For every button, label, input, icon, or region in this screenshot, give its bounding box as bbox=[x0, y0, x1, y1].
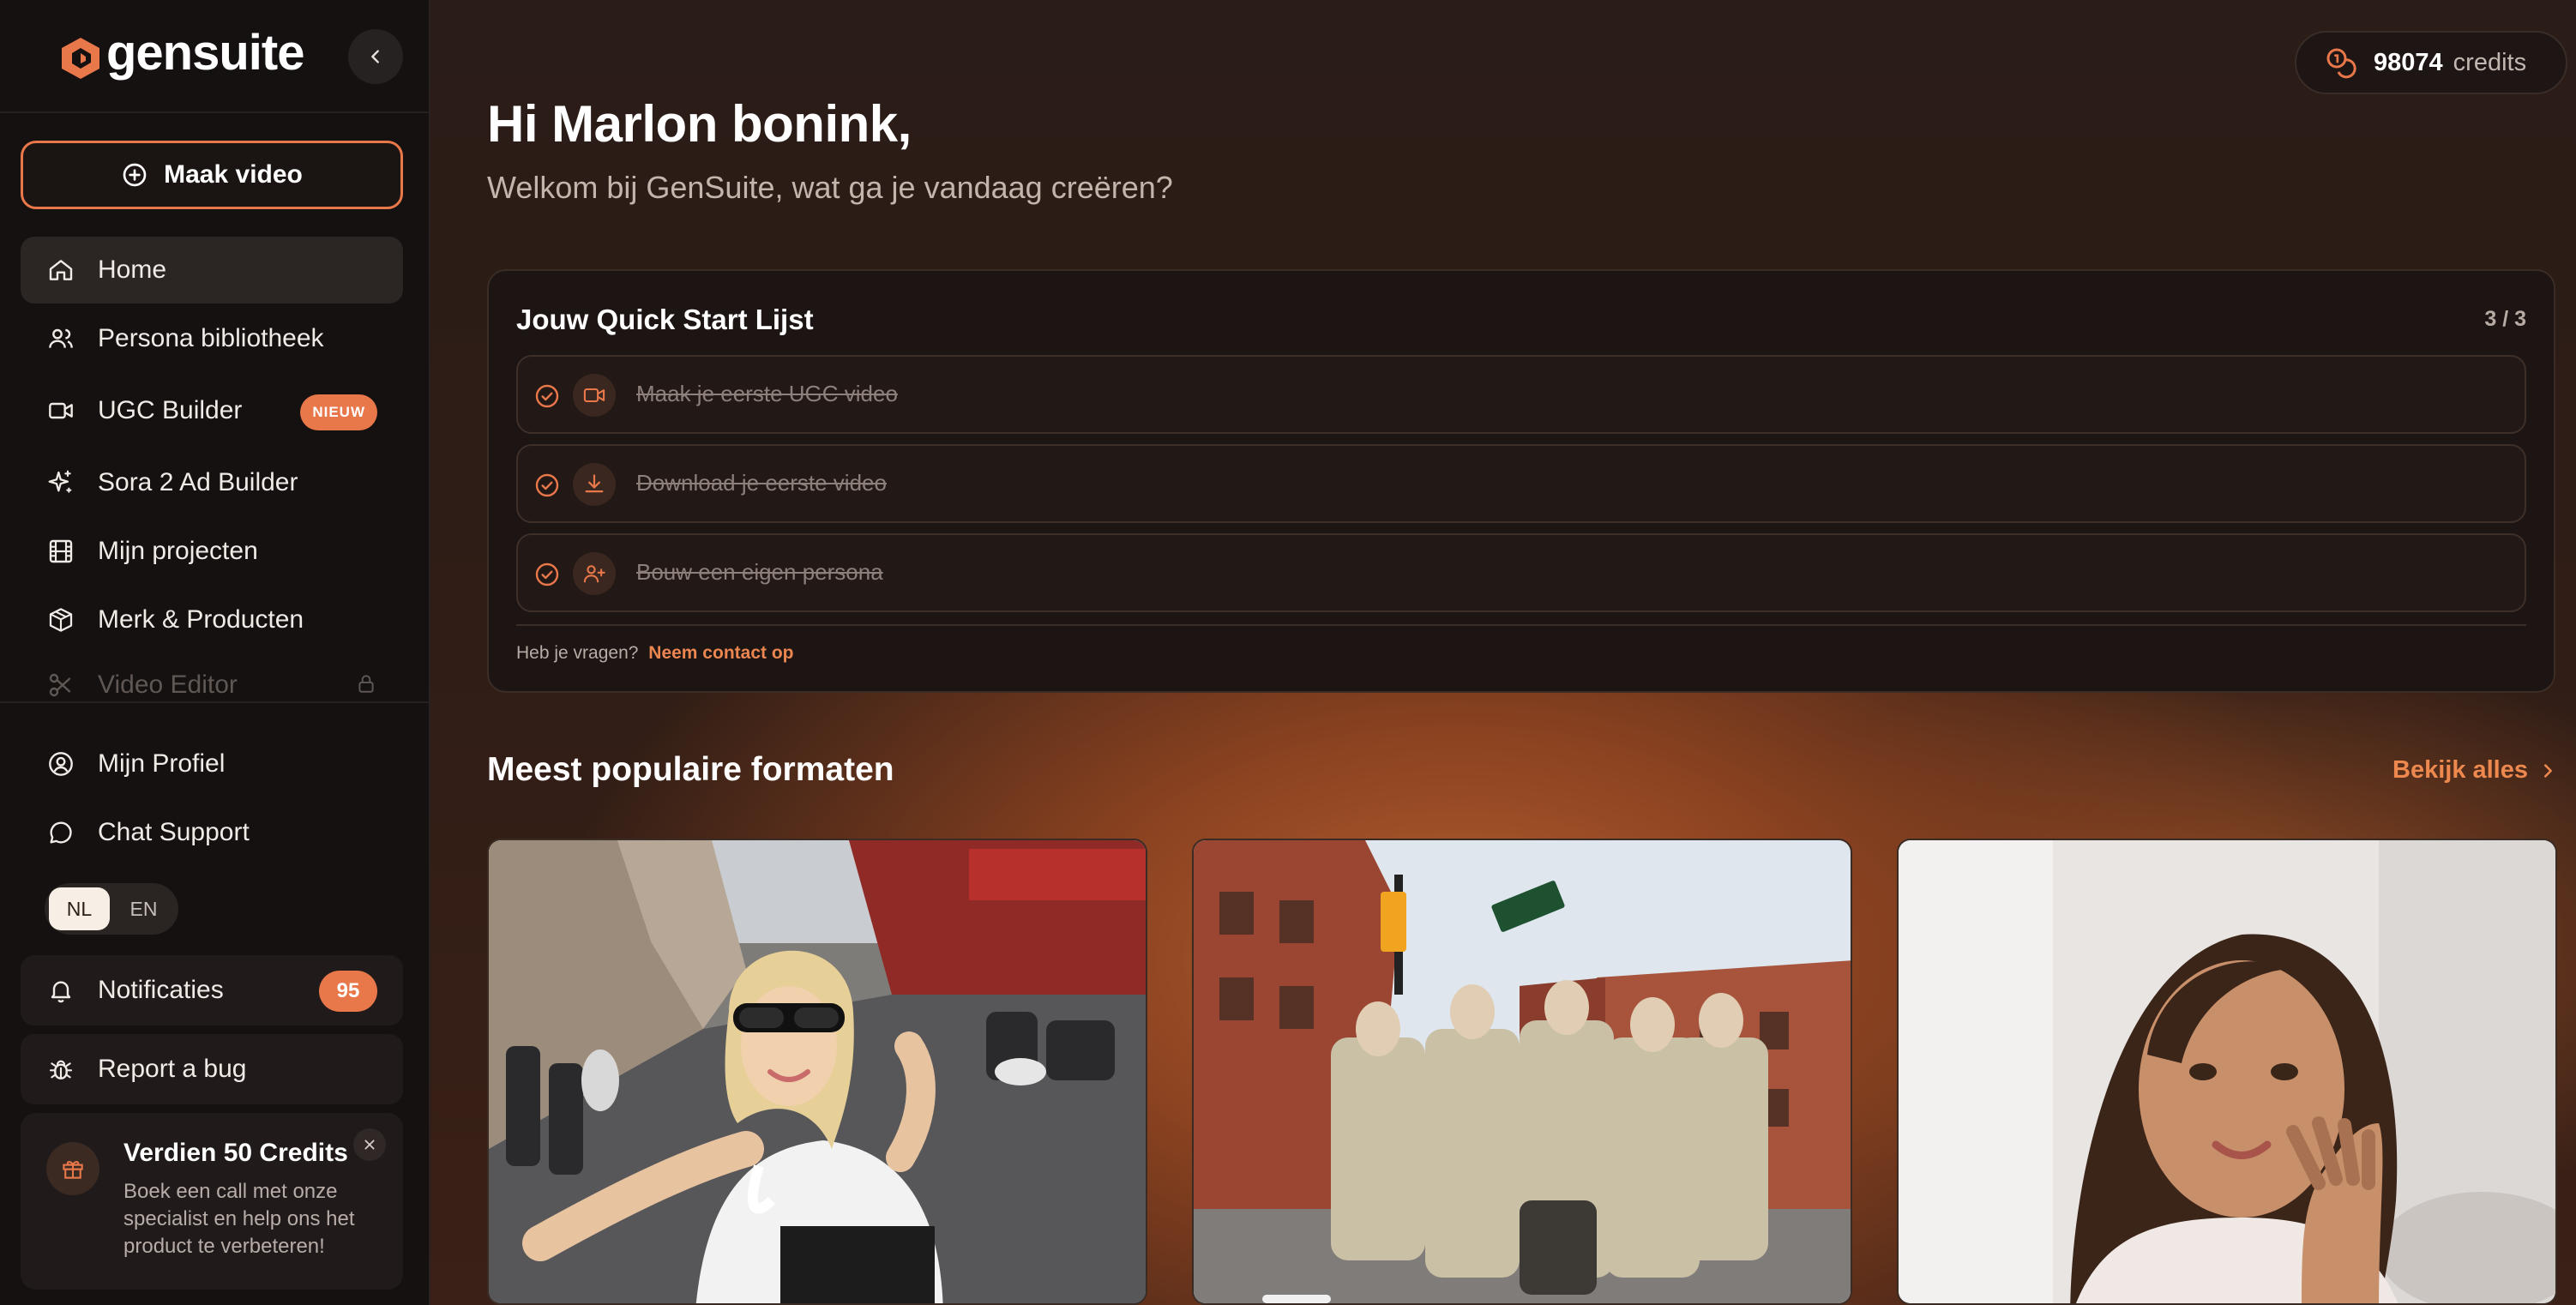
see-all-link[interactable]: Bekijk alles bbox=[2392, 756, 2557, 785]
video-icon bbox=[46, 396, 75, 425]
language-toggle: NL EN bbox=[45, 883, 178, 935]
quick-start-task[interactable]: Download je eerste video bbox=[516, 444, 2526, 523]
promo-title: Verdien 50 Credits bbox=[123, 1139, 348, 1167]
bell-icon bbox=[46, 976, 75, 1005]
report-bug-label: Report a bug bbox=[98, 1055, 247, 1083]
notifications-button[interactable]: Notificaties 95 bbox=[21, 955, 403, 1025]
gift-icon bbox=[46, 1142, 99, 1195]
quick-start-footer: Heb je vragen? Neem contact op bbox=[516, 643, 793, 664]
popular-formats-title: Meest populaire formaten bbox=[487, 751, 894, 788]
lock-icon bbox=[355, 672, 377, 700]
sidebar-item-chat-support[interactable]: Chat Support bbox=[21, 799, 403, 866]
notifications-label: Notificaties bbox=[98, 976, 224, 1004]
language-option-nl[interactable]: NL bbox=[49, 887, 110, 930]
task-label: Bouw een eigen persona bbox=[636, 559, 883, 585]
task-label: Download je eerste video bbox=[636, 470, 887, 496]
footer-question: Heb je vragen? bbox=[516, 643, 639, 663]
quick-start-task[interactable]: Bouw een eigen persona bbox=[516, 533, 2526, 612]
film-icon bbox=[46, 537, 75, 566]
collapse-sidebar-button[interactable] bbox=[348, 29, 403, 84]
chevron-left-icon bbox=[371, 50, 379, 63]
notifications-count-badge: 95 bbox=[319, 971, 377, 1012]
sidebar-item-mijn-projecten[interactable]: Mijn projecten bbox=[21, 518, 403, 585]
users-icon bbox=[46, 324, 75, 353]
make-video-label: Maak video bbox=[164, 160, 303, 189]
beauty-testimonial-thumbnail[interactable] bbox=[1897, 839, 2557, 1305]
sidebar-item-label: Video Editor bbox=[98, 671, 238, 699]
sidebar: gensuite Maak video Home Persona bibliot… bbox=[0, 0, 430, 1305]
sidebar-item-label: Mijn projecten bbox=[98, 537, 258, 565]
chevron-right-icon bbox=[2543, 763, 2552, 778]
scissors-icon bbox=[46, 671, 75, 700]
sidebar-item-label: Merk & Producten bbox=[98, 605, 304, 634]
chat-bubble-icon bbox=[46, 818, 75, 847]
check-circle-icon bbox=[535, 473, 559, 497]
credits-value: 98074 bbox=[2374, 48, 2443, 76]
bug-icon bbox=[46, 1055, 75, 1084]
sidebar-item-label: Persona bibliotheek bbox=[98, 324, 324, 352]
quick-start-card: Jouw Quick Start Lijst 3 / 3 Maak je eer… bbox=[487, 269, 2555, 693]
sidebar-item-label: Mijn Profiel bbox=[98, 749, 226, 778]
user-plus-icon bbox=[573, 552, 616, 595]
sidebar-item-label: Chat Support bbox=[98, 818, 250, 846]
task-label: Maak je eerste UGC video bbox=[636, 381, 898, 406]
quick-start-title: Jouw Quick Start Lijst bbox=[516, 304, 814, 335]
group-street-thumbnail[interactable] bbox=[1192, 839, 1852, 1305]
brand-name: gensuite bbox=[106, 25, 304, 81]
thumbnail-image bbox=[489, 840, 1146, 1303]
sidebar-item-label: Home bbox=[98, 256, 167, 284]
sidebar-item-mijn-profiel[interactable]: Mijn Profiel bbox=[21, 731, 403, 797]
gensuite-logo-icon bbox=[62, 38, 99, 79]
promo-card: Verdien 50 Credits Boek een call met onz… bbox=[21, 1113, 403, 1290]
check-circle-icon bbox=[535, 384, 559, 408]
coins-icon bbox=[2326, 48, 2356, 79]
box-icon bbox=[46, 605, 75, 634]
page-title: Hi Marlon bonink, bbox=[487, 95, 912, 153]
credits-label: credits bbox=[2453, 48, 2527, 76]
sidebar-item-merk-producten[interactable]: Merk & Producten bbox=[21, 586, 403, 653]
sidebar-item-sora-2-ad-builder[interactable]: Sora 2 Ad Builder bbox=[21, 449, 403, 516]
thumbnail-image bbox=[1899, 840, 2555, 1303]
language-option-en[interactable]: EN bbox=[113, 887, 174, 930]
plus-circle-icon bbox=[123, 163, 147, 187]
make-video-button[interactable]: Maak video bbox=[21, 141, 403, 209]
close-icon bbox=[364, 1140, 375, 1150]
sidebar-divider bbox=[0, 701, 430, 703]
selfie-street-thumbnail[interactable] bbox=[487, 839, 1147, 1305]
home-icon bbox=[46, 256, 75, 285]
sidebar-scroll-clip: Video Editor bbox=[0, 660, 429, 700]
sparkles-icon bbox=[46, 468, 75, 497]
promo-body: Boek een call met onze specialist en hel… bbox=[123, 1180, 355, 1258]
quick-start-task[interactable]: Maak je eerste UGC video bbox=[516, 355, 2526, 434]
check-circle-icon bbox=[535, 562, 559, 586]
promo-close-button[interactable] bbox=[353, 1128, 386, 1161]
download-icon bbox=[573, 463, 616, 506]
thumbnail-image bbox=[1194, 840, 1851, 1303]
video-icon bbox=[573, 374, 616, 417]
sidebar-item-persona-bibliotheek[interactable]: Persona bibliotheek bbox=[21, 305, 403, 372]
quick-start-progress: 3 / 3 bbox=[2484, 307, 2526, 331]
sidebar-item-label: Sora 2 Ad Builder bbox=[98, 468, 298, 496]
credits-display[interactable]: 98074 credits bbox=[2295, 31, 2567, 94]
logo-row: gensuite bbox=[0, 0, 430, 113]
new-badge: NIEUW bbox=[300, 394, 377, 430]
sidebar-item-label: UGC Builder bbox=[98, 396, 243, 424]
contact-link[interactable]: Neem contact op bbox=[648, 643, 793, 663]
see-all-label: Bekijk alles bbox=[2392, 756, 2528, 784]
sidebar-item-ugc-builder[interactable]: UGC Builder NIEUW bbox=[21, 377, 403, 444]
sidebar-item-home[interactable]: Home bbox=[21, 237, 403, 304]
sidebar-item-video-editor[interactable]: Video Editor bbox=[21, 660, 403, 700]
report-bug-button[interactable]: Report a bug bbox=[21, 1034, 403, 1104]
user-circle-icon bbox=[46, 749, 75, 779]
page-subtitle: Welkom bij GenSuite, wat ga je vandaag c… bbox=[487, 170, 1173, 205]
quick-start-divider bbox=[516, 624, 2526, 626]
